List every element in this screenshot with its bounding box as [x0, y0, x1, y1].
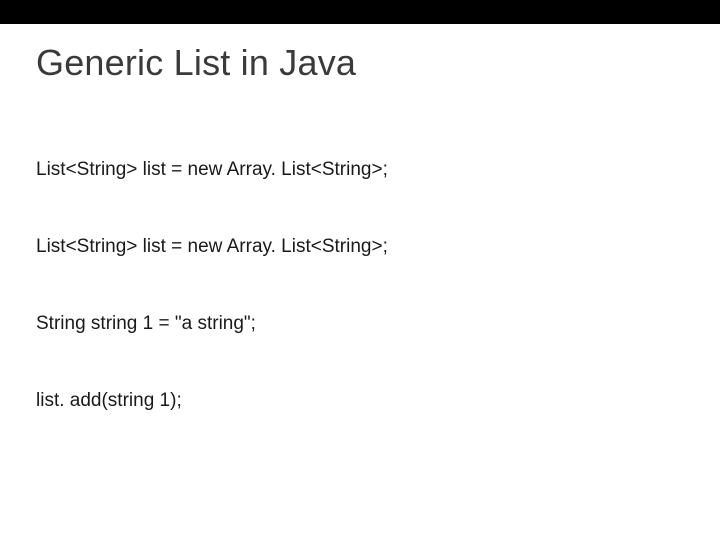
slide-content: Generic List in Java List<String> list =… — [0, 24, 720, 540]
code-line: List<String> list = new Array. List<Stri… — [36, 234, 684, 260]
code-line: list. add(string 1); — [36, 388, 684, 414]
code-line: List<String> list = new Array. List<Stri… — [36, 157, 684, 183]
code-line: String string 1 = "a string"; — [36, 311, 684, 337]
blank-line — [36, 465, 684, 489]
top-bar — [0, 0, 720, 24]
code-block: List<String> list = new Array. List<Stri… — [36, 106, 684, 540]
slide-title: Generic List in Java — [36, 42, 684, 84]
